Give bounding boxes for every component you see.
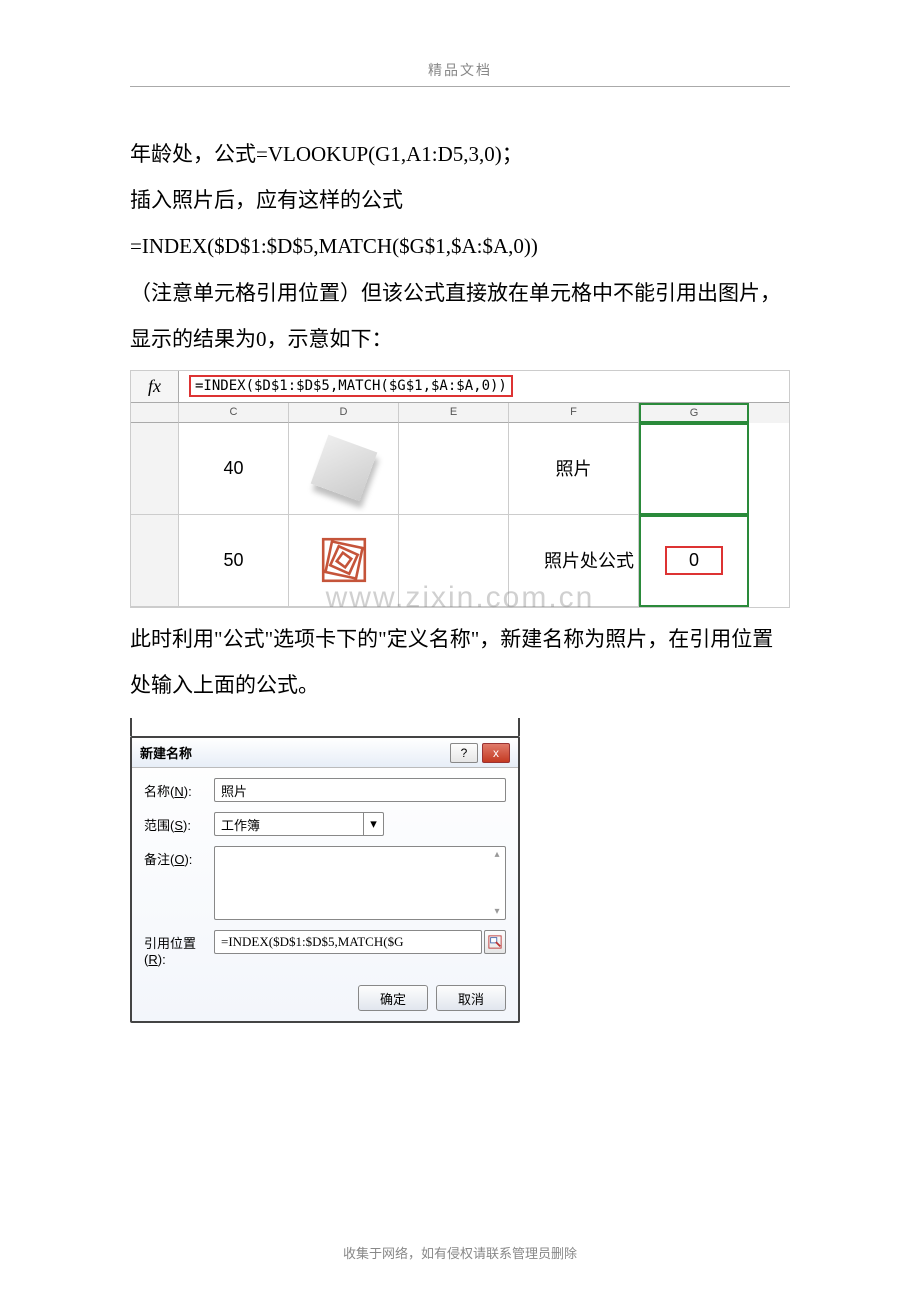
- cell-g2[interactable]: 0: [639, 515, 749, 607]
- column-headers: C D E F G: [131, 403, 789, 423]
- chevron-down-icon[interactable]: ▾: [363, 813, 383, 835]
- col-c[interactable]: C: [179, 403, 289, 423]
- formula-text: =INDEX($D$1:$D$5,MATCH($G$1,$A:$A,0)): [130, 234, 538, 258]
- label-name: 名称(N):: [144, 778, 214, 800]
- scope-select[interactable]: 工作簿 ▾: [214, 812, 384, 836]
- paragraph-3: （注意单元格引用位置）但该公式直接放在单元格中不能引用出图片，显示的结果为0，示…: [130, 270, 790, 362]
- col-g[interactable]: G: [639, 403, 749, 423]
- cube-icon: [310, 435, 377, 502]
- cell-f2[interactable]: 照片处公式: [509, 515, 639, 607]
- text: 插入照片后，应有这样的公式: [130, 188, 403, 212]
- text: 年龄处，公式: [130, 142, 256, 166]
- cell-d1-image[interactable]: [289, 423, 399, 515]
- scrollbar[interactable]: ▴ ▾: [491, 849, 503, 917]
- dialog-screenshot: 新建名称 ? x 名称(N): 照片 范围(S): 工作簿 ▾ 备注(O):: [130, 718, 520, 1023]
- range-picker-button[interactable]: [484, 930, 506, 954]
- dialog-titlebar: 新建名称 ? x: [132, 738, 518, 768]
- table-row: 50 照片处公式 0: [131, 515, 789, 607]
- cell-c2[interactable]: 50: [179, 515, 289, 607]
- page-footer: 收集于网络，如有侵权请联系管理员删除: [0, 1243, 920, 1262]
- col-e[interactable]: E: [399, 403, 509, 423]
- label-scope: 范围(S):: [144, 812, 214, 834]
- page-header: 精品文档: [130, 60, 790, 87]
- comment-field[interactable]: ▴ ▾: [214, 846, 506, 920]
- range-picker-icon: [488, 935, 502, 949]
- fx-icon: fx: [131, 371, 179, 402]
- spiral-icon: [318, 534, 370, 586]
- cell-c1[interactable]: 40: [179, 423, 289, 515]
- cell-e1[interactable]: [399, 423, 509, 515]
- scope-value: 工作簿: [215, 813, 363, 835]
- formula-highlight: =INDEX($D$1:$D$5,MATCH($G$1,$A:$A,0)): [189, 375, 513, 397]
- cell-e2[interactable]: [399, 515, 509, 607]
- cell-d2-image[interactable]: [289, 515, 399, 607]
- dialog-title: 新建名称: [140, 743, 446, 762]
- ok-button[interactable]: 确定: [358, 985, 428, 1011]
- col-f[interactable]: F: [509, 403, 639, 423]
- paragraph-1: 年龄处，公式=VLOOKUP(G1,A1:D5,3,0)；: [130, 131, 790, 177]
- excel-screenshot: fx =INDEX($D$1:$D$5,MATCH($G$1,$A:$A,0))…: [130, 370, 790, 608]
- name-field[interactable]: 照片: [214, 778, 506, 802]
- formula-bar[interactable]: =INDEX($D$1:$D$5,MATCH($G$1,$A:$A,0)): [179, 371, 789, 402]
- paragraph-2: 插入照片后，应有这样的公式 =INDEX($D$1:$D$5,MATCH($G$1…: [130, 177, 790, 269]
- paragraph-4: 此时利用"公式"选项卡下的"定义名称"，新建名称为照片，在引用位置处输入上面的公…: [130, 616, 790, 708]
- cell-f1[interactable]: 照片: [509, 423, 639, 515]
- help-button[interactable]: ?: [450, 743, 478, 763]
- result-highlight: 0: [665, 546, 723, 575]
- refers-field[interactable]: =INDEX($D$1:$D$5,MATCH($G: [214, 930, 482, 954]
- table-row: 40 照片: [131, 423, 789, 515]
- label-refers: 引用位置(R):: [144, 930, 214, 967]
- cancel-button[interactable]: 取消: [436, 985, 506, 1011]
- text: ；: [502, 142, 523, 166]
- formula-text: =VLOOKUP(G1,A1:D5,3,0): [256, 142, 502, 166]
- cell-g1[interactable]: [639, 423, 749, 515]
- col-d[interactable]: D: [289, 403, 399, 423]
- label-comment: 备注(O):: [144, 846, 214, 868]
- close-button[interactable]: x: [482, 743, 510, 763]
